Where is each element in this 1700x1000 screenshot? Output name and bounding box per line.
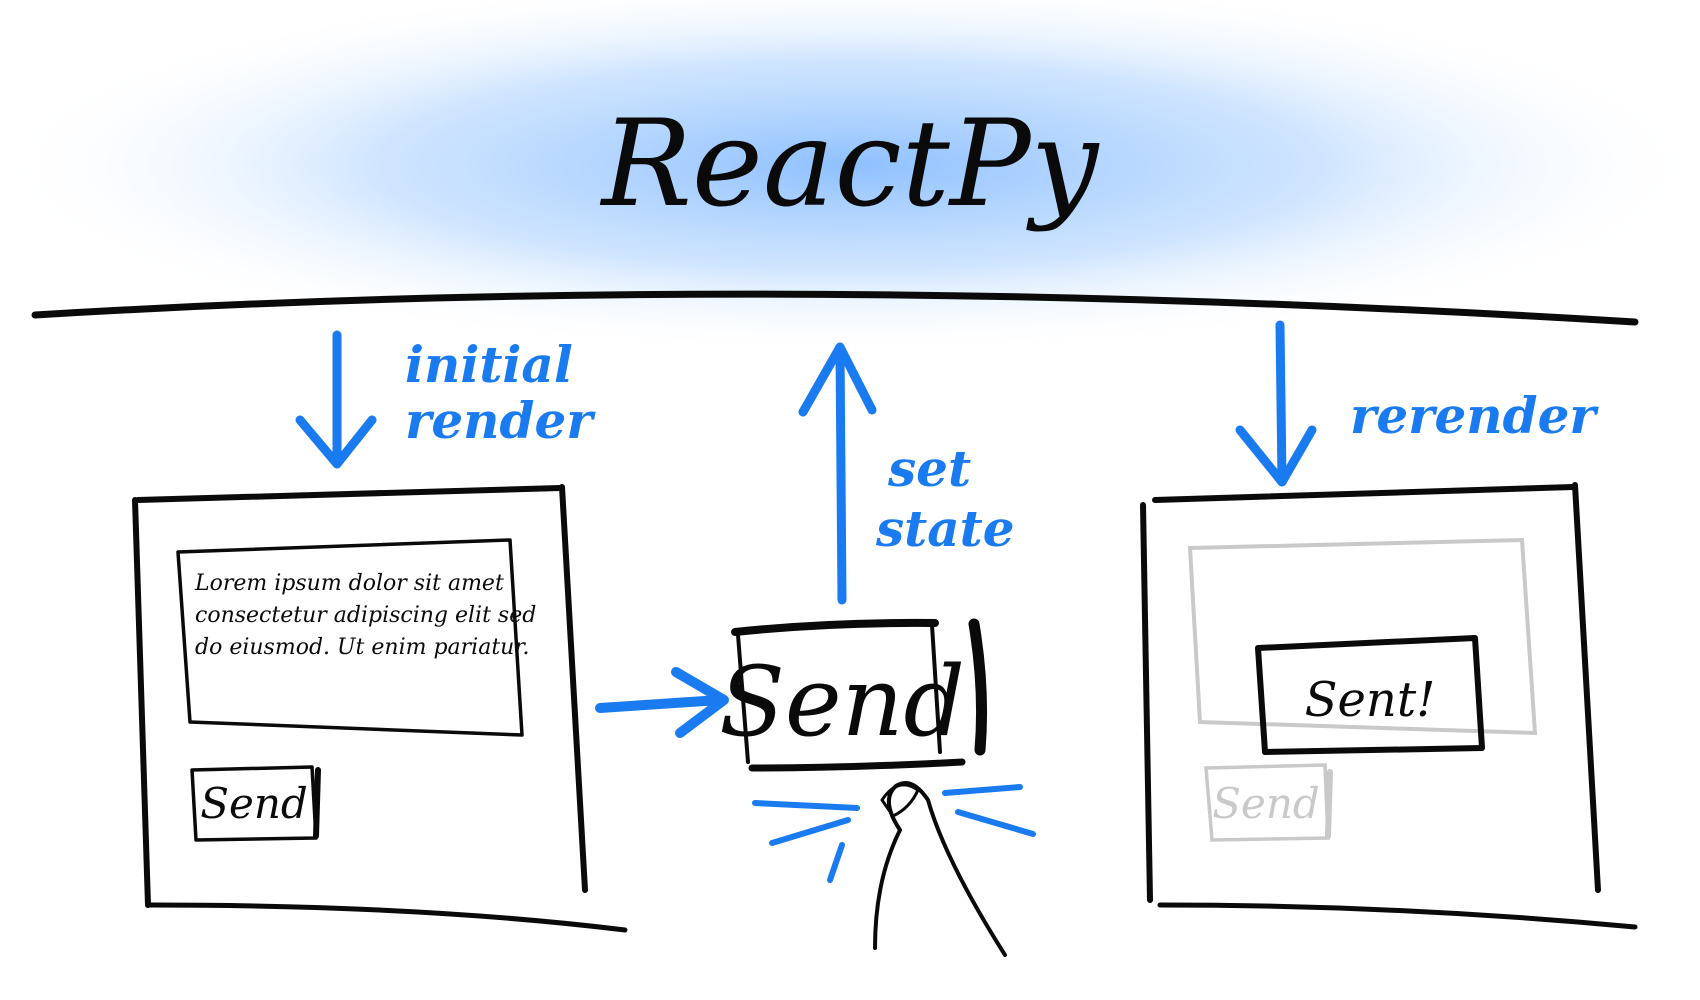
set-state-label-line1: set — [887, 439, 971, 498]
sent-popup: Sent! — [1255, 635, 1485, 755]
reactpy-title: ReactPy — [600, 95, 1101, 234]
left-panel — [132, 484, 628, 933]
right-faded-send-button: Send — [1204, 763, 1333, 842]
rerender-label: rerender — [1350, 386, 1599, 445]
left-text-line-3: do eiusmod. Ut enim pariatur. — [195, 635, 529, 660]
right-faded-send-label: Send — [1212, 779, 1320, 828]
left-send-label: Send — [200, 779, 308, 828]
sent-label: Sent! — [1305, 672, 1436, 728]
center-send-button[interactable]: Send — [719, 618, 988, 772]
initial-render-arrow — [295, 330, 377, 469]
center-send-label: Send — [719, 646, 965, 758]
initial-label-line1: initial — [405, 335, 573, 394]
click-burst-lines — [752, 784, 1036, 883]
set-state-arrow — [798, 342, 877, 605]
initial-label-line2: render — [405, 391, 596, 450]
right-pointing-arrow — [595, 667, 729, 738]
set-state-label-line2: state — [875, 499, 1015, 558]
finger-icon — [873, 781, 1007, 957]
rerender-arrow — [1235, 320, 1317, 487]
left-text-line-2: consectetur adipiscing elit sed — [195, 603, 536, 628]
reactpy-diagram: ReactPy initial render Lorem ipsum dolor… — [0, 0, 1700, 957]
left-send-button: Send — [190, 765, 321, 842]
left-text-line-1: Lorem ipsum dolor sit amet — [194, 571, 504, 596]
